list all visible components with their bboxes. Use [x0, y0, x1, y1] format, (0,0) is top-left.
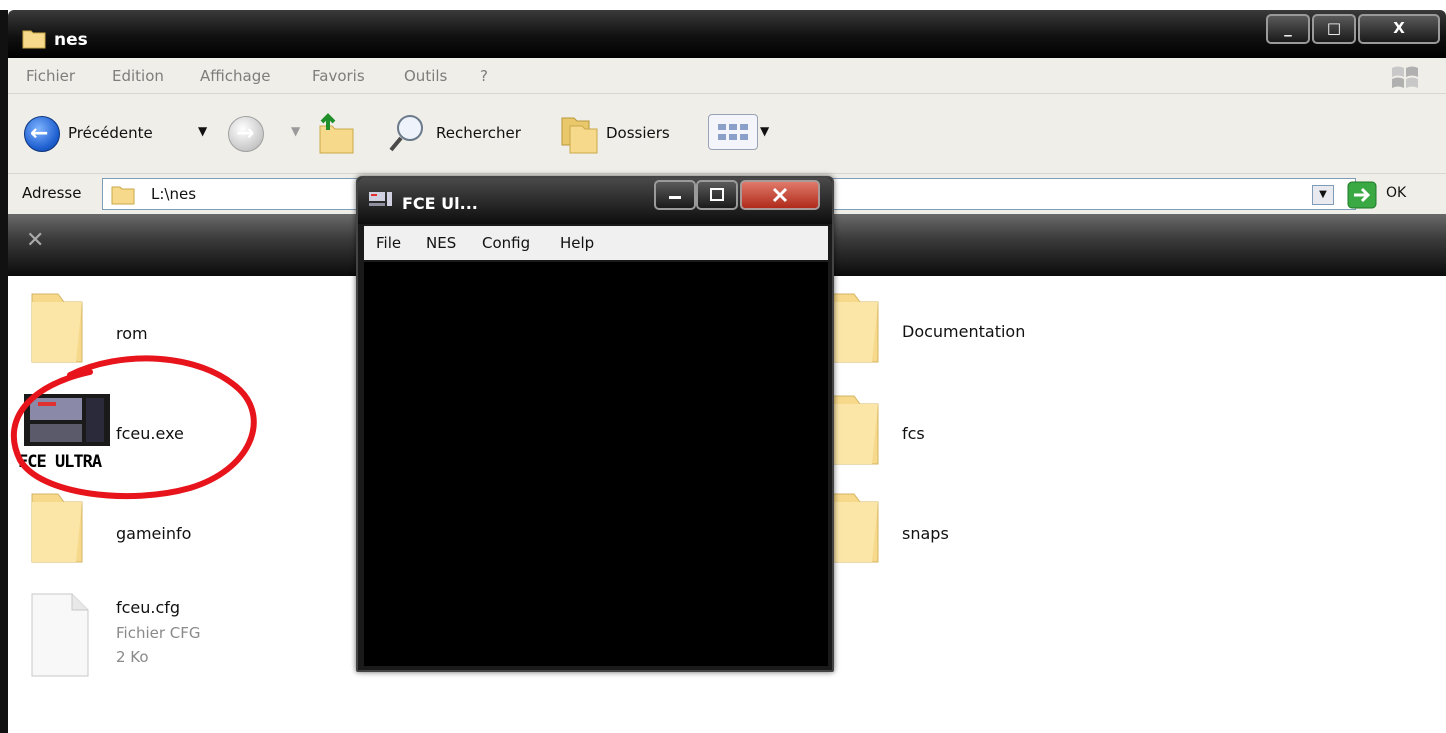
fce-ultra-window: FCE Ul... File NES Config Help	[356, 176, 834, 672]
fce-menu-bar: File NES Config Help	[364, 226, 828, 260]
folders-button[interactable]: Dossiers	[606, 124, 670, 142]
window-title: nes	[54, 30, 88, 50]
go-arrow-icon[interactable]	[1346, 180, 1378, 210]
minimize-button[interactable]: _	[1266, 14, 1310, 44]
title-bar[interactable]: nes _ □ X	[8, 10, 1446, 58]
address-dropdown-icon[interactable]: ▼	[1312, 185, 1334, 205]
file-name-documentation[interactable]: Documentation	[902, 322, 1025, 341]
windows-logo-icon	[1388, 62, 1422, 92]
fce-maximize-button[interactable]	[696, 180, 738, 210]
close-icon: X	[1393, 19, 1405, 37]
toolbar: ← Précédente ▼ → ▼ Rechercher Dossiers ▼	[8, 94, 1446, 174]
file-name-fceu-cfg[interactable]: fceu.cfg	[116, 598, 180, 617]
back-dropdown-icon[interactable]: ▼	[198, 124, 207, 138]
folders-icon[interactable]	[558, 110, 602, 156]
folder-icon[interactable]	[22, 288, 88, 368]
menu-affichage[interactable]: Affichage	[200, 67, 270, 85]
menu-outils[interactable]: Outils	[404, 67, 447, 85]
views-icon[interactable]	[708, 114, 758, 150]
folder-icon	[22, 30, 46, 49]
views-dropdown-icon[interactable]: ▼	[760, 124, 769, 138]
search-button[interactable]: Rechercher	[436, 124, 521, 142]
file-size: 2 Ko	[116, 648, 149, 666]
fce-minimize-button[interactable]	[654, 180, 696, 210]
maximize-icon: □	[1326, 19, 1342, 37]
menu-favoris[interactable]: Favoris	[312, 67, 365, 85]
file-name-snaps[interactable]: snaps	[902, 524, 949, 543]
fce-close-button[interactable]	[740, 180, 820, 210]
file-name-gameinfo[interactable]: gameinfo	[116, 524, 191, 543]
file-name-fceu-exe[interactable]: fceu.exe	[116, 424, 184, 443]
go-button[interactable]: OK	[1386, 185, 1406, 201]
back-arrow-icon: ←	[30, 121, 49, 146]
fce-ultra-logo-text: FCE ULTRA	[18, 452, 102, 472]
document-icon[interactable]	[28, 590, 92, 680]
menu-fichier[interactable]: Fichier	[26, 67, 75, 85]
forward-arrow-icon: →	[236, 121, 255, 146]
window-border	[0, 10, 8, 733]
fce-menu-file[interactable]: File	[376, 234, 401, 252]
fce-menu-config[interactable]: Config	[482, 234, 530, 252]
search-icon[interactable]	[386, 110, 430, 156]
address-value: L:\nes	[151, 185, 197, 203]
menu-edition[interactable]: Edition	[112, 67, 164, 85]
minimize-icon: _	[1284, 19, 1292, 37]
fce-title-bar[interactable]: FCE Ul...	[358, 178, 832, 224]
menu-bar: Fichier Edition Affichage Favoris Outils…	[8, 58, 1446, 94]
address-label: Adresse	[22, 184, 82, 202]
close-pane-icon[interactable]: ✕	[26, 228, 44, 253]
file-name-fcs[interactable]: fcs	[902, 424, 925, 443]
back-label[interactable]: Précédente	[68, 124, 153, 142]
fce-window-title: FCE Ul...	[402, 194, 478, 213]
menu-help[interactable]: ?	[480, 67, 488, 85]
fce-ultra-icon[interactable]: FCE ULTRA	[18, 390, 118, 480]
folder-up-icon[interactable]	[314, 110, 358, 156]
folder-icon[interactable]	[22, 488, 88, 568]
forward-dropdown-icon[interactable]: ▼	[291, 124, 300, 138]
file-name-rom[interactable]: rom	[116, 324, 148, 343]
folder-icon	[111, 186, 135, 205]
fce-app-icon	[369, 192, 392, 206]
close-button[interactable]: X	[1358, 14, 1440, 44]
fce-menu-help[interactable]: Help	[560, 234, 594, 252]
fce-menu-nes[interactable]: NES	[426, 234, 456, 252]
file-type: Fichier CFG	[116, 624, 201, 642]
emulator-screen[interactable]	[364, 262, 828, 666]
maximize-button[interactable]: □	[1312, 14, 1356, 44]
